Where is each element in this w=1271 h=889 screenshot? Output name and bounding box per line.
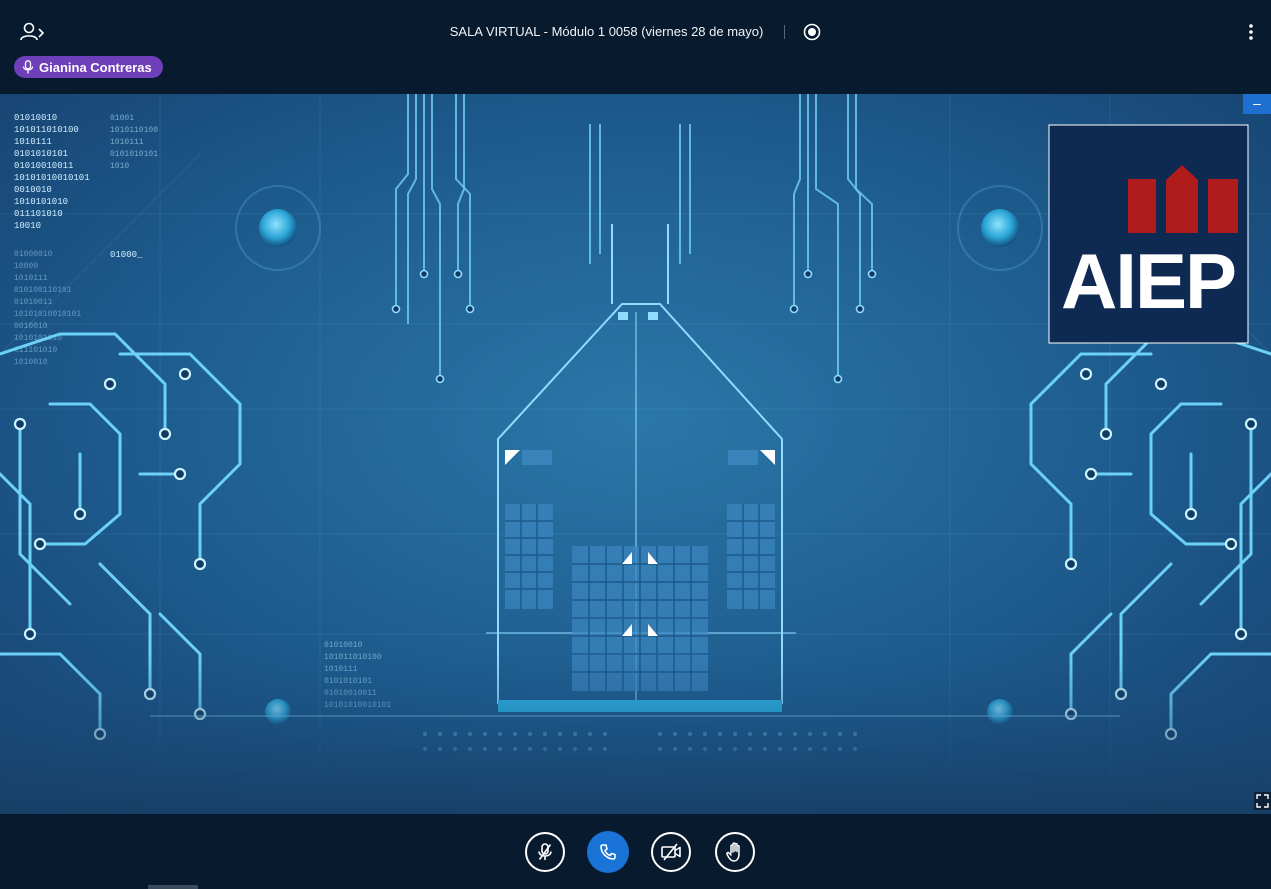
binary-left3-5: 01010011 xyxy=(14,298,53,307)
leave-audio-button[interactable] xyxy=(587,831,629,873)
hand-icon xyxy=(726,842,740,862)
binary-left-3: 1010111 xyxy=(14,137,52,147)
binary-left2-2: 1010110100 xyxy=(110,126,158,135)
code-tag: 01000_ xyxy=(110,250,143,260)
binary-left-1: 01010010 xyxy=(14,113,57,123)
binary-left3-4: 010100110101 xyxy=(14,286,72,295)
minimize-label: – xyxy=(1253,95,1261,111)
talker-name: Gianina Contreras xyxy=(39,59,152,75)
binary-left-2: 101011010100 xyxy=(14,125,79,135)
binary-left-5: 01010010011 xyxy=(14,161,73,171)
mute-microphone-button[interactable] xyxy=(525,832,565,872)
talking-indicator[interactable]: Gianina Contreras xyxy=(14,56,163,78)
more-vertical-icon[interactable] xyxy=(1242,22,1260,42)
raise-hand-button[interactable] xyxy=(715,832,755,872)
binary-left2-5: 1010 xyxy=(110,162,129,171)
scrollbar-thumb[interactable] xyxy=(148,885,198,889)
binary-left2-3: 1010111 xyxy=(110,138,144,147)
binary-left3-6: 10101010010101 xyxy=(14,310,81,319)
binary-left3-3: 1010111 xyxy=(14,274,48,283)
presentation-slide: 01010010 101011010100 1010111 0101010101… xyxy=(0,94,1271,814)
binary-left-10: 10010 xyxy=(14,221,41,231)
binary-left-7: 0010010 xyxy=(14,185,52,195)
fullscreen-icon[interactable] xyxy=(1254,792,1271,810)
top-bar: SALA VIRTUAL - Módulo 1 0058 (viernes 28… xyxy=(0,0,1271,94)
binary-left3-7: 0010010 xyxy=(14,322,48,331)
binary-left2-4: 0101010101 xyxy=(110,150,158,159)
microphone-icon xyxy=(22,60,34,74)
meeting-title-bar: SALA VIRTUAL - Módulo 1 0058 (viernes 28… xyxy=(0,21,1271,43)
minimize-presentation-button[interactable]: – xyxy=(1243,94,1271,114)
action-bar xyxy=(0,814,1271,889)
title-divider xyxy=(783,25,785,39)
video-off-icon xyxy=(661,843,681,861)
meeting-title: SALA VIRTUAL - Módulo 1 0058 (viernes 28… xyxy=(449,24,764,39)
aiep-logo: AIEP xyxy=(1048,124,1249,344)
record-icon[interactable] xyxy=(803,23,821,41)
binary-left-8: 1010101010 xyxy=(14,197,68,207)
binary-left-9: 011101010 xyxy=(14,209,63,219)
phone-icon xyxy=(600,844,616,860)
logo-text: AIEP xyxy=(1061,237,1235,325)
binary-left3-2: 10000 xyxy=(14,262,38,271)
presentation-area: 01010010 101011010100 1010111 0101010101… xyxy=(0,94,1271,814)
binary-left-4: 0101010101 xyxy=(14,149,68,159)
binary-low-1: 01010010 xyxy=(324,641,363,650)
binary-left3-10: 1010010 xyxy=(14,358,48,367)
binary-left2-1: 01001 xyxy=(110,114,134,123)
share-webcam-button[interactable] xyxy=(651,832,691,872)
binary-left3-1: 01000010 xyxy=(14,250,53,259)
microphone-off-icon xyxy=(538,843,552,860)
binary-left-6: 10101010010101 xyxy=(14,173,90,183)
